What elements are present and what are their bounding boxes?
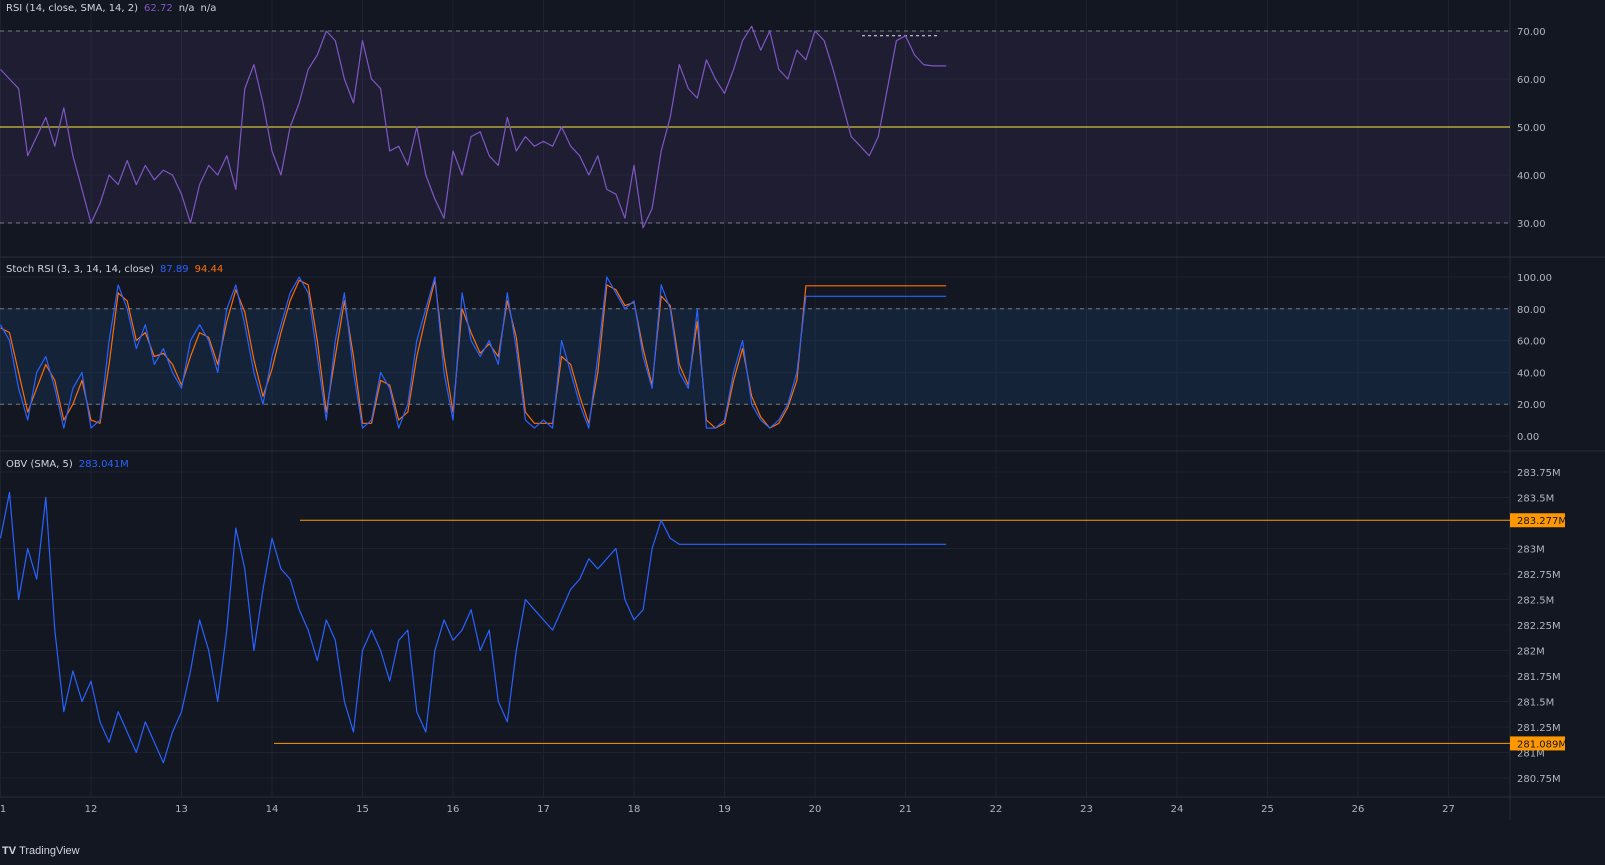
obv-level-high-badge: 283.277M	[1517, 516, 1567, 527]
obv-axis-tick-label: 281.75M	[1517, 672, 1561, 683]
rsi-axis-tick-label: 70.00	[1517, 27, 1546, 38]
chart-canvas[interactable]: 70.00 60.00 50.00 40.00 30.00 100.00 80.00 60.0…	[0, 0, 1605, 865]
rsi-axis-tick-label: 30.00	[1517, 219, 1546, 230]
stoch-legend[interactable]: Stoch RSI (3, 3, 14, 14, close) 87.89 94.4…	[6, 264, 229, 275]
obv-axis-tick-label: 282.25M	[1517, 621, 1561, 632]
x-axis-tick-label: 14	[266, 804, 279, 815]
obv-axis-tick-label: 283.75M	[1517, 468, 1561, 479]
obv-level-low-badge: 281.089M	[1517, 739, 1567, 750]
obv-legend[interactable]: OBV (SMA, 5) 283.041M	[6, 459, 135, 470]
stoch-axis-tick-label: 80.00	[1517, 305, 1546, 316]
obv-axis-tick-label: 281.25M	[1517, 723, 1561, 734]
stoch-axis-tick-label: 0.00	[1517, 432, 1539, 443]
obv-axis-tick-label: 282.5M	[1517, 596, 1554, 607]
footer-bar	[0, 839, 1605, 865]
rsi-axis-tick-label: 40.00	[1517, 171, 1546, 182]
obv-axis-tick-label: 283M	[1517, 545, 1545, 556]
obv-axis-tick-label: 281.5M	[1517, 698, 1554, 709]
obv-series-line	[0, 491, 947, 764]
x-axis-tick-label: 1	[0, 804, 6, 815]
x-axis-tick-label: 20	[809, 804, 822, 815]
rsi-legend[interactable]: RSI (14, close, SMA, 14, 2) 62.72 n/a n/a	[6, 3, 222, 14]
x-axis-tick-label: 18	[628, 804, 641, 815]
tradingview-brand[interactable]: TV TradingView	[2, 845, 80, 857]
obv-legend-name: OBV (SMA, 5)	[6, 459, 73, 470]
stoch-legend-name: Stoch RSI (3, 3, 14, 14, close)	[6, 264, 154, 275]
rsi-legend-value: 62.72	[144, 3, 173, 14]
x-axis-tick-label: 13	[175, 804, 188, 815]
x-axis-tick-label: 17	[537, 804, 550, 815]
obv-axis-tick-label: 282M	[1517, 647, 1545, 658]
x-axis-tick-label: 16	[447, 804, 460, 815]
obv-axis-tick-label: 280.75M	[1517, 774, 1561, 785]
stoch-legend-d: 94.44	[194, 264, 224, 275]
rsi-legend-na-1: n/a	[178, 3, 195, 14]
x-axis-tick-label: 21	[899, 804, 912, 815]
stoch-axis-tick-label: 60.00	[1517, 337, 1546, 348]
obv-axis-tick-label: 282.75M	[1517, 570, 1561, 581]
stoch-axis-tick-label: 100.00	[1517, 273, 1552, 284]
rsi-axis-tick-label: 50.00	[1517, 123, 1546, 134]
rsi-legend-na-2: n/a	[200, 3, 217, 14]
stoch-axis-tick-label: 40.00	[1517, 368, 1546, 379]
x-axis-tick-label: 19	[718, 804, 731, 815]
stoch-axis-tick-label: 20.00	[1517, 400, 1546, 411]
x-axis-tick-label: 27	[1442, 804, 1455, 815]
tradingview-logo-icon: TV	[2, 845, 17, 857]
x-axis-tick-label: 22	[990, 804, 1003, 815]
x-axis-tick-label: 15	[356, 804, 369, 815]
x-axis-tick-label: 12	[85, 804, 98, 815]
rsi-legend-name: RSI (14, close, SMA, 14, 2)	[6, 3, 139, 14]
brand-name: TradingView	[19, 845, 80, 857]
obv-axis-tick-label: 283.5M	[1517, 494, 1554, 505]
x-axis-tick-label: 26	[1352, 804, 1365, 815]
x-axis-tick-label: 23	[1080, 804, 1093, 815]
stoch-legend-k: 87.89	[160, 264, 189, 275]
x-axis-tick-label: 25	[1261, 804, 1274, 815]
obv-legend-value: 283.041M	[78, 459, 129, 470]
x-axis-tick-label: 24	[1171, 804, 1184, 815]
rsi-axis-tick-label: 60.00	[1517, 75, 1546, 86]
